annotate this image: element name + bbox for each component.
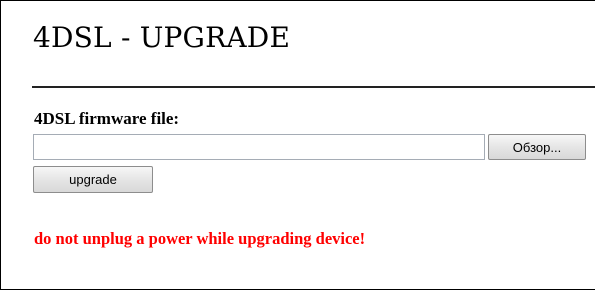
upgrade-button[interactable]: upgrade xyxy=(33,166,153,193)
firmware-file-label: 4DSL firmware file: xyxy=(34,109,180,128)
firmware-file-field[interactable] xyxy=(33,134,485,160)
browse-button[interactable]: Обзор... xyxy=(488,134,586,160)
warning-message: do not unplug a power while upgrading de… xyxy=(34,229,366,248)
page-frame: 4DSL - UPGRADE 4DSL firmware file: Обзор… xyxy=(0,0,595,290)
title-divider xyxy=(32,86,595,88)
page-title: 4DSL - UPGRADE xyxy=(33,21,291,54)
